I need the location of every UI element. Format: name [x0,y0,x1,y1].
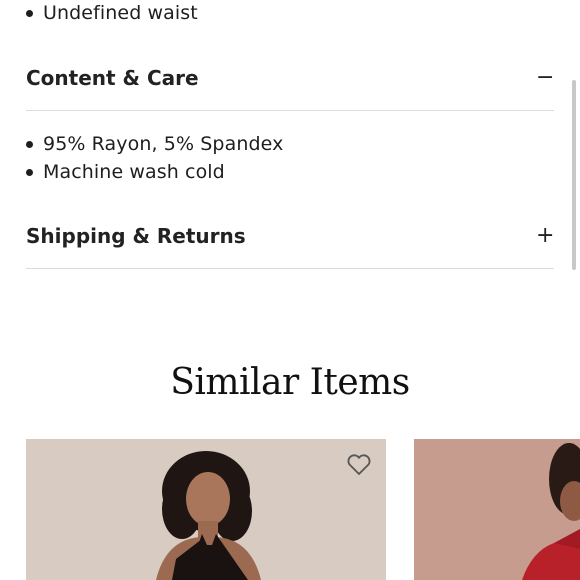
shipping-returns-accordion[interactable]: Shipping & Returns + [26,216,554,256]
divider [26,110,554,111]
list-item: Machine wash cold [26,161,225,183]
care-text: 95% Rayon, 5% Spandex [43,133,284,155]
detail-text: Undefined waist [43,2,198,24]
care-text: Machine wash cold [43,161,225,183]
scrollbar[interactable] [572,80,576,270]
section-title: Content & Care [26,66,199,90]
bullet-icon [26,9,33,17]
product-image [26,439,386,580]
heart-icon[interactable] [346,453,372,477]
product-image [414,439,580,580]
section-title: Shipping & Returns [26,224,246,248]
bullet-icon [26,140,33,148]
bullet-icon [26,168,33,176]
list-item: Undefined waist [26,2,198,24]
product-card[interactable] [26,439,386,580]
content-care-accordion[interactable]: Content & Care − [26,58,554,98]
similar-items-heading: Similar Items [170,362,410,403]
product-card[interactable] [414,439,580,580]
expand-icon[interactable]: + [536,225,554,247]
divider [26,268,554,269]
list-item: 95% Rayon, 5% Spandex [26,133,283,155]
collapse-icon[interactable]: − [536,67,554,89]
